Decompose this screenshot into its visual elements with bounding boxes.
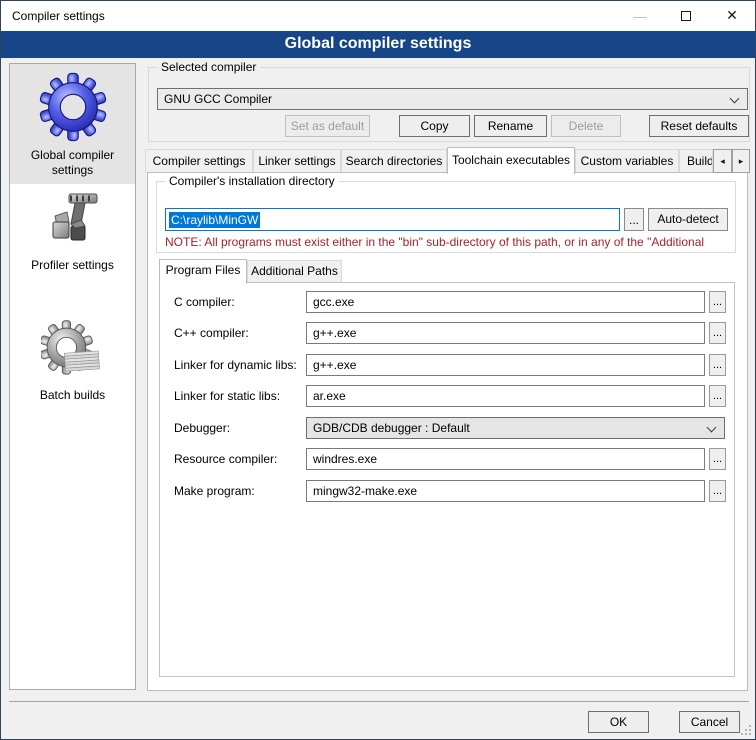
tab-scroll-right-button[interactable]: ▸ bbox=[732, 149, 750, 173]
make-program-input[interactable]: mingw32-make.exe bbox=[306, 480, 705, 502]
tab-custom-variables[interactable]: Custom variables bbox=[575, 149, 679, 173]
arrow-left-icon: ◂ bbox=[720, 156, 725, 167]
c-compiler-label: C compiler: bbox=[174, 291, 235, 313]
compiler-select-value: GNU GCC Compiler bbox=[164, 92, 272, 106]
tab-scroll-left-button[interactable]: ◂ bbox=[713, 149, 732, 173]
cpp-compiler-browse-button[interactable]: ... bbox=[709, 322, 726, 344]
chevron-down-icon bbox=[730, 94, 740, 104]
cpp-compiler-input[interactable]: g++.exe bbox=[306, 322, 705, 344]
compiler-select[interactable]: GNU GCC Compiler bbox=[157, 88, 748, 110]
footer-divider bbox=[9, 701, 749, 702]
resize-grip[interactable] bbox=[741, 725, 751, 735]
linker-static-browse-button[interactable]: ... bbox=[709, 385, 726, 407]
sidebar-item-label: Batch builds bbox=[40, 388, 105, 403]
set-as-default-button[interactable]: Set as default bbox=[285, 115, 370, 137]
installation-directory-group: Compiler's installation directory C:\ray… bbox=[156, 181, 736, 253]
delete-button[interactable]: Delete bbox=[551, 115, 621, 137]
note-text: NOTE: All programs must exist either in … bbox=[165, 235, 704, 249]
tab-compiler-settings[interactable]: Compiler settings bbox=[145, 149, 253, 173]
installation-directory-value: C:\raylib\MinGW bbox=[169, 212, 260, 228]
tab-toolchain-executables[interactable]: Toolchain executables bbox=[447, 147, 575, 174]
group-label: Compiler's installation directory bbox=[165, 174, 339, 189]
window-title: Compiler settings bbox=[12, 1, 105, 31]
arrow-right-icon: ▸ bbox=[739, 156, 744, 167]
maximize-icon bbox=[681, 11, 691, 21]
subtab-program-files[interactable]: Program Files bbox=[159, 259, 247, 284]
linker-dynamic-browse-button[interactable]: ... bbox=[709, 354, 726, 376]
cpp-compiler-label: C++ compiler: bbox=[174, 322, 249, 344]
copy-button[interactable]: Copy bbox=[399, 115, 470, 137]
tab-build-options[interactable]: Build bbox=[679, 149, 713, 173]
sidebar-item-global-compiler-settings[interactable]: Global compiler settings bbox=[10, 64, 135, 184]
sidebar-item-profiler-settings[interactable]: Profiler settings bbox=[10, 190, 135, 290]
linker-static-label: Linker for static libs: bbox=[174, 385, 280, 407]
debugger-label: Debugger: bbox=[174, 417, 230, 439]
caliper-icon bbox=[41, 190, 105, 254]
cancel-button[interactable]: Cancel bbox=[679, 711, 740, 733]
resource-compiler-browse-button[interactable]: ... bbox=[709, 448, 726, 470]
gray-gear-stack-icon bbox=[41, 320, 105, 384]
sidebar-item-batch-builds[interactable]: Batch builds bbox=[10, 320, 135, 420]
maximize-button[interactable] bbox=[663, 1, 709, 30]
linker-dynamic-label: Linker for dynamic libs: bbox=[174, 354, 297, 376]
minimize-button[interactable]: — bbox=[617, 1, 663, 30]
sidebar-item-label: Global compiler settings bbox=[10, 148, 135, 178]
resource-compiler-label: Resource compiler: bbox=[174, 448, 277, 470]
ok-button[interactable]: OK bbox=[588, 711, 649, 733]
installation-directory-input[interactable]: C:\raylib\MinGW bbox=[165, 208, 620, 231]
browse-directory-button[interactable]: ... bbox=[624, 208, 644, 231]
program-files-panel: C compiler: gcc.exe ... C++ compiler: g+… bbox=[159, 282, 735, 677]
toolchain-executables-panel: Compiler's installation directory C:\ray… bbox=[147, 172, 748, 691]
sidebar-item-label: Profiler settings bbox=[31, 258, 114, 273]
linker-static-input[interactable]: ar.exe bbox=[306, 385, 705, 407]
titlebar: Compiler settings — ✕ bbox=[1, 1, 755, 31]
make-program-browse-button[interactable]: ... bbox=[709, 480, 726, 502]
page-title: Global compiler settings bbox=[1, 31, 755, 58]
make-program-label: Make program: bbox=[174, 480, 255, 502]
settings-category-list: Global compiler settings Profiler settin… bbox=[9, 63, 136, 690]
tab-search-directories[interactable]: Search directories bbox=[341, 149, 447, 173]
minimize-icon: — bbox=[633, 8, 647, 24]
chevron-down-icon bbox=[707, 423, 717, 433]
reset-defaults-button[interactable]: Reset defaults bbox=[649, 115, 749, 137]
debugger-select[interactable]: GDB/CDB debugger : Default bbox=[306, 417, 725, 439]
close-button[interactable]: ✕ bbox=[709, 1, 755, 30]
tab-linker-settings[interactable]: Linker settings bbox=[253, 149, 341, 173]
auto-detect-button[interactable]: Auto-detect bbox=[648, 208, 728, 231]
resource-compiler-input[interactable]: windres.exe bbox=[306, 448, 705, 470]
subtab-additional-paths[interactable]: Additional Paths bbox=[247, 260, 342, 283]
group-label: Selected compiler bbox=[157, 60, 260, 75]
compiler-settings-dialog: { "window": { "title": "Compiler setting… bbox=[0, 0, 756, 740]
blue-gear-icon bbox=[36, 70, 110, 144]
c-compiler-browse-button[interactable]: ... bbox=[709, 291, 726, 313]
c-compiler-input[interactable]: gcc.exe bbox=[306, 291, 705, 313]
selected-compiler-group: Selected compiler GNU GCC Compiler Set a… bbox=[148, 67, 750, 142]
linker-dynamic-input[interactable]: g++.exe bbox=[306, 354, 705, 376]
close-icon: ✕ bbox=[726, 7, 738, 24]
rename-button[interactable]: Rename bbox=[474, 115, 547, 137]
debugger-select-value: GDB/CDB debugger : Default bbox=[313, 421, 470, 435]
